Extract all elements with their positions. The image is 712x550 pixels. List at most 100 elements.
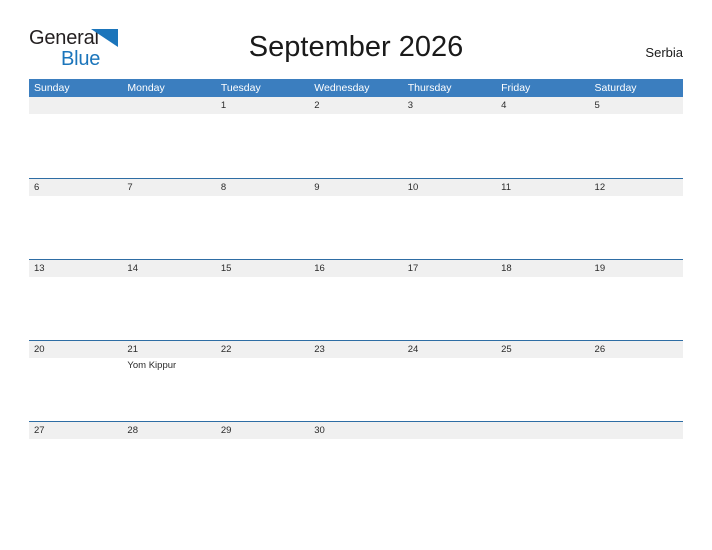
- day-number-5[interactable]: 5: [590, 97, 683, 114]
- day-cell-3[interactable]: [398, 114, 493, 177]
- page-title: September 2026: [248, 31, 464, 63]
- day-number-4[interactable]: 4: [496, 97, 589, 114]
- day-cell-empty: [502, 439, 593, 502]
- day-number-29[interactable]: 29: [216, 422, 309, 439]
- day-content-band: [29, 114, 683, 177]
- day-cell-empty: [29, 114, 119, 177]
- day-cell-29[interactable]: [220, 439, 316, 502]
- day-cell-23[interactable]: [309, 358, 402, 421]
- region-label: Serbia: [645, 45, 683, 60]
- day-number-22[interactable]: 22: [216, 341, 309, 358]
- day-cell-19[interactable]: [590, 277, 683, 340]
- calendar-week-row: 20 21 22 23 24 25 26 Yom Kippur: [29, 340, 683, 421]
- day-cell-8[interactable]: [216, 196, 309, 259]
- day-cell-28[interactable]: [125, 439, 221, 502]
- day-cell-30[interactable]: [316, 439, 412, 502]
- day-cell-9[interactable]: [309, 196, 402, 259]
- day-cell-18[interactable]: [496, 277, 589, 340]
- day-cell-4[interactable]: [493, 114, 588, 177]
- day-number-26[interactable]: 26: [590, 341, 683, 358]
- day-cell-24[interactable]: [403, 358, 496, 421]
- day-number-21[interactable]: 21: [122, 341, 215, 358]
- calendar-grid: Sunday Monday Tuesday Wednesday Thursday Frid…: [29, 79, 683, 502]
- day-event: Yom Kippur: [127, 360, 177, 371]
- day-cell-14[interactable]: [122, 277, 215, 340]
- day-number-18[interactable]: 18: [496, 260, 589, 277]
- day-number-6[interactable]: 6: [29, 179, 122, 196]
- weekday-header-friday: Friday: [501, 82, 531, 94]
- day-number-11[interactable]: 11: [496, 179, 589, 196]
- day-number-band: 12345: [29, 97, 683, 114]
- day-cell-13[interactable]: [29, 277, 122, 340]
- day-cell-27[interactable]: [29, 439, 125, 502]
- day-number-19[interactable]: 19: [590, 260, 683, 277]
- day-number-empty: [590, 422, 683, 439]
- weekday-header-saturday: Saturday: [594, 82, 637, 94]
- day-cell-6[interactable]: [29, 196, 122, 259]
- day-number-20[interactable]: 20: [29, 341, 122, 358]
- day-number-band: 13 14 15 16 17 18 19: [29, 259, 683, 277]
- day-number-1[interactable]: 1: [216, 97, 309, 114]
- calendar-week-row: 13 14 15 16 17 18 19: [29, 259, 683, 340]
- day-number-17[interactable]: 17: [403, 260, 496, 277]
- day-number-30[interactable]: 30: [309, 422, 402, 439]
- day-cell-7[interactable]: [122, 196, 215, 259]
- day-cell-empty: [411, 439, 502, 502]
- day-number-empty: [122, 97, 215, 114]
- day-cell-10[interactable]: [403, 196, 496, 259]
- day-cell-16[interactable]: [309, 277, 402, 340]
- day-number-empty: [29, 97, 122, 114]
- day-number-9[interactable]: 9: [309, 179, 402, 196]
- day-number-band: 20 21 22 23 24 25 26: [29, 340, 683, 358]
- day-number-8[interactable]: 8: [216, 179, 309, 196]
- weekday-header-row: Sunday Monday Tuesday Wednesday Thursday Frid…: [29, 79, 683, 97]
- day-number-27[interactable]: 27: [29, 422, 122, 439]
- day-cell-26[interactable]: [590, 358, 683, 421]
- day-number-7[interactable]: 7: [122, 179, 215, 196]
- page-header: General Blue September 2026 Serbia: [0, 0, 712, 76]
- day-number-band: 27 28 29 30: [29, 421, 683, 439]
- day-cell-11[interactable]: [496, 196, 589, 259]
- day-number-12[interactable]: 12: [590, 179, 683, 196]
- day-cell-5[interactable]: [588, 114, 683, 177]
- day-cell-21[interactable]: Yom Kippur: [122, 358, 215, 421]
- day-number-3[interactable]: 3: [403, 97, 496, 114]
- day-cell-15[interactable]: [216, 277, 309, 340]
- day-number-28[interactable]: 28: [122, 422, 215, 439]
- day-cell-20[interactable]: [29, 358, 122, 421]
- day-number-10[interactable]: 10: [403, 179, 496, 196]
- weekday-header-wednesday: Wednesday: [314, 82, 370, 94]
- day-content-band: [29, 277, 683, 340]
- day-cell-1[interactable]: [209, 114, 304, 177]
- weekday-header-monday: Monday: [127, 82, 165, 94]
- day-number-16[interactable]: 16: [309, 260, 402, 277]
- day-number-band: 6 7 8 9 10 11 12: [29, 178, 683, 196]
- day-number-13[interactable]: 13: [29, 260, 122, 277]
- day-number-empty: [496, 422, 589, 439]
- calendar-week-row: 27 28 29 30: [29, 421, 683, 502]
- day-number-2[interactable]: 2: [309, 97, 402, 114]
- day-cell-22[interactable]: [216, 358, 309, 421]
- day-content-band: [29, 196, 683, 259]
- weekday-header-thursday: Thursday: [407, 82, 452, 94]
- day-number-15[interactable]: 15: [216, 260, 309, 277]
- day-number-25[interactable]: 25: [496, 341, 589, 358]
- day-cell-empty: [119, 114, 209, 177]
- calendar-week-row: 6 7 8 9 10 11 12: [29, 178, 683, 259]
- day-cell-empty: [592, 439, 683, 502]
- calendar-week-row: 12345: [29, 97, 683, 178]
- calendar-page: General Blue September 2026 Serbia Sunda…: [0, 0, 712, 550]
- day-cell-2[interactable]: [304, 114, 399, 177]
- day-cell-12[interactable]: [590, 196, 683, 259]
- weekday-header-tuesday: Tuesday: [220, 82, 261, 94]
- weekday-header-sunday: Sunday: [34, 82, 70, 94]
- day-cell-25[interactable]: [496, 358, 589, 421]
- day-content-band: [29, 439, 683, 502]
- day-number-14[interactable]: 14: [122, 260, 215, 277]
- day-content-band: Yom Kippur: [29, 358, 683, 421]
- day-number-24[interactable]: 24: [403, 341, 496, 358]
- day-cell-17[interactable]: [403, 277, 496, 340]
- day-number-23[interactable]: 23: [309, 341, 402, 358]
- day-number-empty: [403, 422, 496, 439]
- calendar-weeks: 1 2 3 4 5 6 7 8 9 10 11 12 13 14 15 16 17 18 19 20 21 22 23 24 2…: [29, 97, 683, 502]
